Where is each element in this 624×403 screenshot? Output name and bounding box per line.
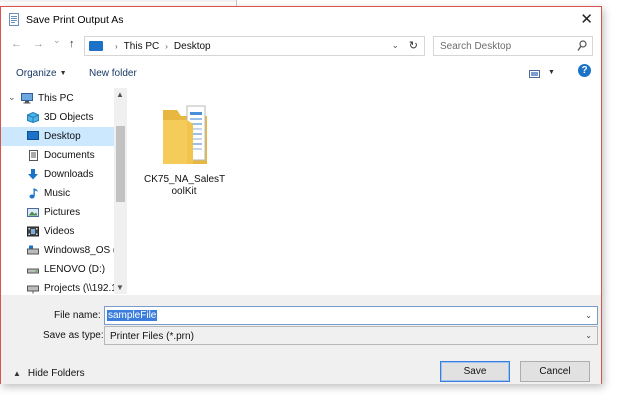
cube-icon: [27, 112, 39, 123]
cancel-button[interactable]: Cancel: [520, 361, 590, 382]
sidebar-item-3d-objects[interactable]: 3D Objects: [1, 108, 114, 127]
hide-folders-toggle[interactable]: ▲ Hide Folders: [13, 368, 85, 379]
file-name-line-1: CK75_NA_SalesT: [144, 174, 226, 185]
folder-icon: [163, 105, 207, 164]
chevron-down-icon[interactable]: ⌄: [585, 331, 592, 340]
chevron-down-icon[interactable]: ⌄: [585, 311, 592, 320]
document-icon: [9, 13, 19, 26]
sidebar-item-windows8-os[interactable]: Windows8_OS (C: [1, 241, 123, 260]
file-name-label: CK75_NA_SalesT oolKit: [144, 174, 226, 198]
sidebar-item-lenovo-d[interactable]: LENOVO (D:): [1, 260, 114, 279]
search-icon: [577, 40, 587, 51]
sidebar-item-documents[interactable]: Documents: [1, 146, 114, 165]
chevron-down-icon[interactable]: ⌄: [391, 40, 399, 51]
background-window-strip: [0, 0, 236, 2]
save-as-type-value: Printer Files (*.prn): [110, 331, 194, 342]
computer-icon: [21, 93, 33, 104]
sidebar-item-pictures[interactable]: Pictures: [1, 203, 114, 222]
drive-icon: [27, 245, 39, 255]
picture-icon: [27, 208, 39, 217]
this-pc-icon: [89, 41, 103, 51]
search-input[interactable]: Search Desktop: [440, 41, 511, 52]
view-options-icon[interactable]: [529, 70, 540, 78]
back-arrow-icon[interactable]: ←: [11, 38, 22, 50]
sidebar-item-label: Documents: [44, 150, 95, 161]
sidebar-item-label: Projects (\\192.16: [44, 283, 123, 294]
save-form: File name: sampleFile ⌄ Save as type: Pr…: [1, 295, 601, 384]
sidebar-item-label: This PC: [38, 93, 74, 104]
sidebar-scrollbar[interactable]: ▲ ▼: [114, 88, 127, 294]
video-icon: [27, 226, 39, 237]
sidebar-item-videos[interactable]: Videos: [1, 222, 114, 241]
breadcrumb-this-pc[interactable]: This PC: [124, 41, 160, 52]
scrollbar-thumb[interactable]: [116, 126, 125, 202]
sidebar-item-label: 3D Objects: [44, 112, 94, 123]
close-icon[interactable]: ✕: [580, 10, 593, 28]
caret-down-icon: ▼: [59, 70, 67, 77]
sidebar-item-downloads[interactable]: Downloads: [1, 165, 114, 184]
sidebar-item-this-pc[interactable]: ⌄ This PC: [1, 89, 114, 108]
breadcrumb: › This PC › Desktop: [109, 41, 211, 52]
navigation-pane: ⌄ This PC 3D Objects Desktop Documents D…: [1, 88, 127, 294]
download-arrow-icon: [28, 169, 38, 180]
hide-folders-label: Hide Folders: [27, 368, 85, 379]
command-bar: Organize ▼ New folder ▼: [1, 61, 601, 87]
new-folder-button[interactable]: New folder: [89, 68, 137, 79]
sidebar-item-label: Desktop: [44, 131, 81, 142]
network-drive-icon: [27, 285, 39, 294]
organize-button[interactable]: Organize ▼: [16, 68, 67, 79]
file-name-value[interactable]: sampleFile: [107, 310, 158, 321]
sidebar-item-projects[interactable]: Projects (\\192.16: [1, 279, 122, 294]
sidebar-item-label: Downloads: [44, 169, 94, 180]
search-box[interactable]: Search Desktop: [433, 36, 593, 56]
title-bar: Save Print Output As ✕: [1, 7, 601, 33]
file-name-field-label: File name:: [54, 310, 101, 321]
sidebar-item-label: LENOVO (D:): [44, 264, 106, 275]
refresh-icon[interactable]: ↻: [409, 39, 418, 52]
breadcrumb-desktop[interactable]: Desktop: [174, 41, 211, 52]
save-dialog: Save Print Output As ✕ ← → ⌄ ↑ › This PC ›…: [0, 6, 602, 384]
sidebar-item-label: Music: [44, 188, 71, 199]
music-note-icon: [29, 188, 38, 199]
chevron-right-icon: ›: [115, 42, 118, 51]
dialog-title: Save Print Output As: [26, 14, 124, 26]
file-list: CK75_NA_SalesT oolKit: [128, 88, 601, 294]
navigation-bar: ← → ⌄ ↑ › This PC › Desktop ⌄ ↻ Search Desk…: [1, 33, 601, 59]
list-item[interactable]: CK75_NA_SalesT oolKit: [144, 96, 226, 206]
chevron-right-icon: ›: [165, 42, 168, 51]
desktop-icon: [27, 131, 39, 140]
drive-icon: [27, 268, 39, 274]
caret-up-icon: ▲: [13, 369, 21, 378]
file-name-line-2: oolKit: [171, 186, 197, 197]
save-as-type-select[interactable]: Printer Files (*.prn) ⌄: [104, 326, 598, 345]
scroll-down-icon[interactable]: ▼: [116, 283, 124, 292]
file-name-field[interactable]: sampleFile ⌄: [104, 306, 598, 325]
save-button[interactable]: Save: [440, 361, 510, 382]
forward-arrow-icon[interactable]: →: [33, 38, 44, 50]
organize-label: Organize: [16, 68, 57, 79]
up-arrow-icon[interactable]: ↑: [69, 38, 75, 50]
caret-down-icon[interactable]: ▼: [548, 69, 555, 76]
save-as-type-label: Save as type:: [43, 330, 104, 341]
recent-locations-icon[interactable]: ⌄: [53, 35, 61, 46]
help-icon[interactable]: ?: [578, 64, 591, 77]
chevron-down-icon[interactable]: ⌄: [8, 92, 16, 103]
scroll-up-icon[interactable]: ▲: [116, 90, 124, 99]
document-icon: [29, 150, 38, 161]
sidebar-item-label: Pictures: [44, 207, 81, 218]
address-bar[interactable]: › This PC › Desktop ⌄ ↻: [84, 36, 425, 56]
sidebar-item-label: Windows8_OS (C: [44, 245, 124, 256]
sidebar-item-music[interactable]: Music: [1, 184, 114, 203]
sidebar-item-label: Videos: [44, 226, 75, 237]
sidebar-item-desktop[interactable]: Desktop: [1, 127, 114, 146]
